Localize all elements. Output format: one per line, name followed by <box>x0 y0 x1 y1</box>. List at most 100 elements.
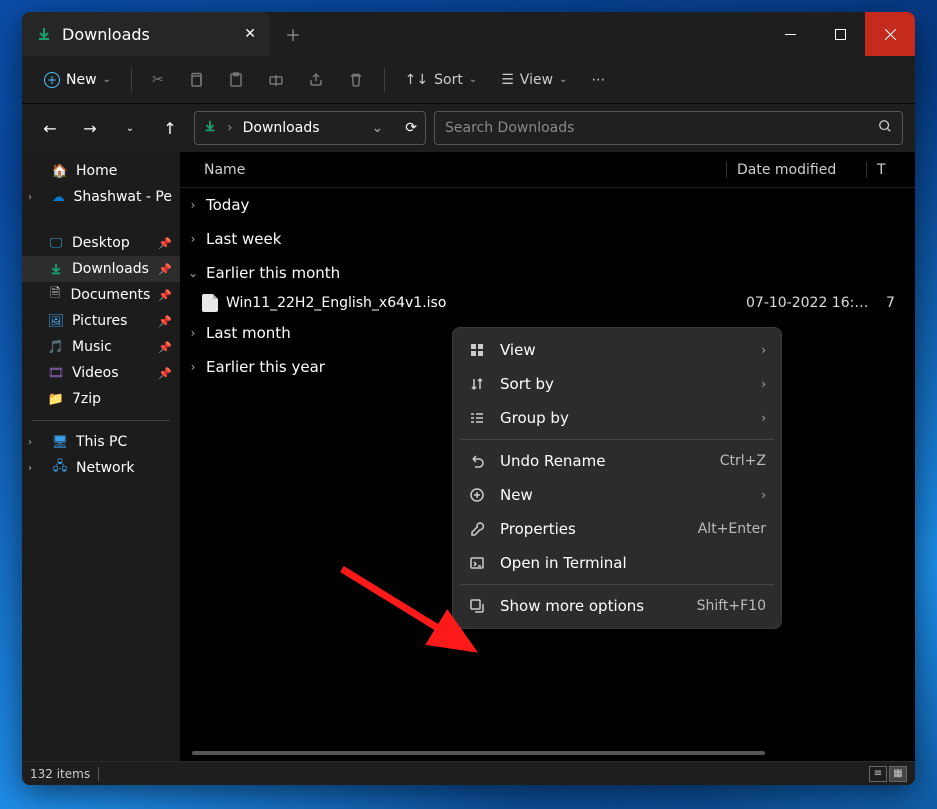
sort-button[interactable]: ↑↓ Sort ⌄ <box>395 66 488 94</box>
pin-icon: 📌 <box>158 367 172 380</box>
folder-icon: 📁 <box>48 391 64 407</box>
chevron-down-icon: ⌄ <box>559 74 567 85</box>
back-button[interactable]: ← <box>34 112 66 144</box>
more-button[interactable]: ⋯ <box>581 66 615 94</box>
delete-button[interactable] <box>338 66 374 94</box>
search-placeholder: Search Downloads <box>445 120 574 136</box>
chevron-right-icon[interactable]: › <box>28 437 32 448</box>
group-today[interactable]: › Today <box>180 188 915 222</box>
refresh-button[interactable]: ⟳ <box>405 120 417 136</box>
rename-icon <box>268 72 284 88</box>
menu-item-undo[interactable]: Undo Rename Ctrl+Z <box>458 444 776 478</box>
sidebar-item-music[interactable]: 🎵 Music 📌 <box>22 334 180 360</box>
chevron-right-icon[interactable]: › <box>28 463 32 474</box>
share-button[interactable] <box>298 66 334 94</box>
close-button[interactable] <box>865 12 915 56</box>
picture-icon: 🖼 <box>48 313 64 329</box>
sidebar-item-downloads[interactable]: Downloads 📌 <box>22 256 180 282</box>
thumbnails-view-button[interactable]: ▦ <box>889 766 907 782</box>
breadcrumb-separator-icon: › <box>227 120 233 136</box>
sidebar: 🏠 Home › ☁ Shashwat - Pe 🖵 Desktop 📌 Dow… <box>22 152 180 761</box>
tab-close-icon[interactable]: ✕ <box>244 26 256 42</box>
file-row[interactable]: Win11_22H2_English_x64v1.iso 07-10-2022 … <box>180 290 915 316</box>
status-bar: 132 items ≡ ▦ <box>22 761 915 785</box>
sidebar-label: Music <box>72 339 112 355</box>
sidebar-label: Downloads <box>72 261 149 277</box>
menu-item-new[interactable]: New › <box>458 478 776 512</box>
sidebar-item-7zip[interactable]: 📁 7zip <box>22 386 180 412</box>
menu-item-groupby[interactable]: Group by › <box>458 401 776 435</box>
sidebar-label: Videos <box>72 365 119 381</box>
group-lastweek[interactable]: › Last week <box>180 222 915 256</box>
paste-button[interactable] <box>218 66 254 94</box>
sidebar-item-videos[interactable]: 🎞 Videos 📌 <box>22 360 180 386</box>
column-type[interactable]: T <box>866 162 915 178</box>
new-tab-button[interactable]: ＋ <box>270 12 316 56</box>
terminal-icon <box>468 554 486 572</box>
minimize-button[interactable] <box>765 12 815 56</box>
menu-shortcut: Ctrl+Z <box>720 453 766 469</box>
menu-item-showmore[interactable]: Show more options Shift+F10 <box>458 589 776 623</box>
pin-icon: 📌 <box>158 341 172 354</box>
chevron-down-icon[interactable]: ⌄ <box>372 120 384 136</box>
navigation-row: ← → ⌄ ↑ › Downloads ⌄ ⟳ Search Downloads <box>22 104 915 152</box>
status-count: 132 items <box>30 767 90 781</box>
file-icon <box>202 294 218 312</box>
recent-button[interactable]: ⌄ <box>114 112 146 144</box>
new-button[interactable]: + New ⌄ <box>34 66 121 94</box>
sidebar-label: Network <box>76 460 134 476</box>
network-icon: 🖧 <box>52 460 68 476</box>
sidebar-item-onedrive[interactable]: › ☁ Shashwat - Pe <box>22 184 180 210</box>
up-button[interactable]: ↑ <box>154 112 186 144</box>
cut-button[interactable]: ✂ <box>142 66 174 94</box>
tab-title: Downloads <box>62 25 150 44</box>
view-button[interactable]: ☰ View ⌄ <box>491 66 577 94</box>
sidebar-label: This PC <box>76 434 127 450</box>
breadcrumb-location[interactable]: Downloads <box>243 120 320 136</box>
plus-circle-icon <box>468 486 486 504</box>
menu-item-properties[interactable]: Properties Alt+Enter <box>458 512 776 546</box>
sidebar-item-desktop[interactable]: 🖵 Desktop 📌 <box>22 230 180 256</box>
search-icon <box>878 119 892 137</box>
details-view-button[interactable]: ≡ <box>869 766 887 782</box>
sidebar-label: 7zip <box>72 391 101 407</box>
menu-item-view[interactable]: View › <box>458 333 776 367</box>
horizontal-scrollbar[interactable] <box>192 751 765 755</box>
pin-icon: 📌 <box>158 315 172 328</box>
menu-item-sortby[interactable]: Sort by › <box>458 367 776 401</box>
forward-button[interactable]: → <box>74 112 106 144</box>
chevron-down-icon: ⌄ <box>186 266 200 280</box>
sidebar-item-network[interactable]: › 🖧 Network <box>22 455 180 481</box>
chevron-right-icon[interactable]: › <box>28 192 32 203</box>
menu-item-terminal[interactable]: Open in Terminal <box>458 546 776 580</box>
column-date[interactable]: Date modified <box>726 162 866 178</box>
music-icon: 🎵 <box>48 339 64 355</box>
address-bar[interactable]: › Downloads ⌄ ⟳ <box>194 111 426 145</box>
sidebar-item-home[interactable]: 🏠 Home <box>22 158 180 184</box>
file-date: 07-10-2022 16:… <box>746 295 886 311</box>
copy-button[interactable] <box>178 66 214 94</box>
sidebar-label: Desktop <box>72 235 130 251</box>
group-label: Today <box>206 196 249 214</box>
group-label: Earlier this month <box>206 264 340 282</box>
titlebar: Downloads ✕ ＋ <box>22 12 915 56</box>
toolbar: + New ⌄ ✂ ↑↓ Sort ⌄ ☰ View ⌄ <box>22 56 915 104</box>
sidebar-item-documents[interactable]: 🗎 Documents 📌 <box>22 282 180 308</box>
sidebar-item-thispc[interactable]: › 🖥 This PC <box>22 429 180 455</box>
copy-icon <box>188 72 204 88</box>
sidebar-item-pictures[interactable]: 🖼 Pictures 📌 <box>22 308 180 334</box>
sidebar-label: Pictures <box>72 313 127 329</box>
menu-label: Group by <box>500 409 747 427</box>
file-type: 7 <box>886 295 915 311</box>
tab-downloads[interactable]: Downloads ✕ <box>22 12 270 56</box>
view-label: View <box>520 72 553 88</box>
maximize-button[interactable] <box>815 12 865 56</box>
home-icon: 🏠 <box>52 163 68 179</box>
chevron-right-icon: › <box>761 411 766 425</box>
pin-icon: 📌 <box>158 263 172 276</box>
group-label: Last month <box>206 324 291 342</box>
rename-button[interactable] <box>258 66 294 94</box>
search-input[interactable]: Search Downloads <box>434 111 903 145</box>
columnce-name[interactable]: Name <box>180 162 726 178</box>
group-earliermonth[interactable]: ⌄ Earlier this month <box>180 256 915 290</box>
